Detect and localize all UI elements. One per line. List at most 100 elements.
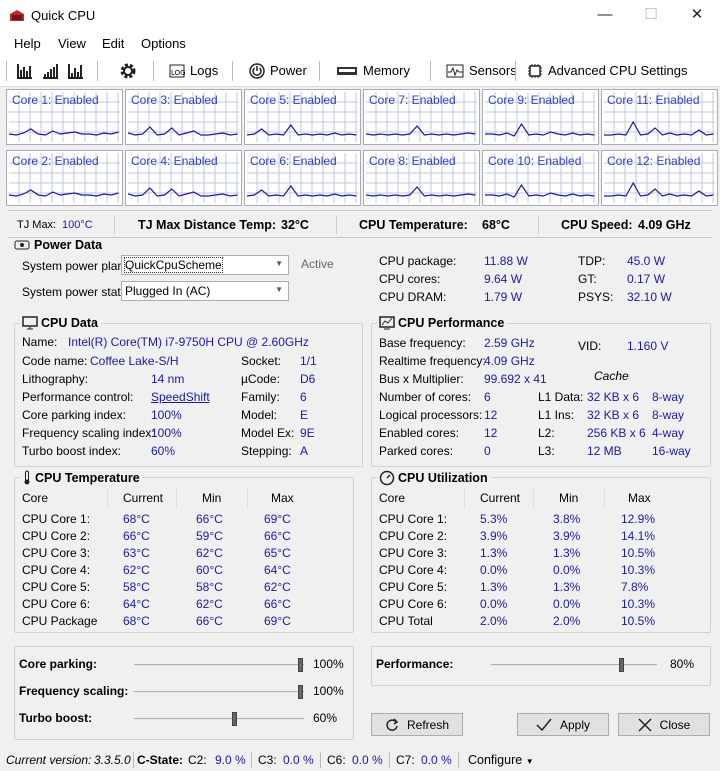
- apply-button[interactable]: Apply: [517, 713, 609, 736]
- cpu-temperature-label: CPU Temperature:: [359, 218, 468, 232]
- core-graph-2[interactable]: Core 3: Enabled: [125, 89, 242, 145]
- cpu-data-label: Lithography:: [22, 372, 89, 386]
- core-status-label: Core 8: Enabled: [369, 154, 456, 168]
- table-cell: CPU Core 4:: [379, 563, 448, 577]
- cpu-data-value[interactable]: SpeedShift: [151, 390, 210, 404]
- menu-options[interactable]: Options: [141, 36, 186, 51]
- slider-thumb-frequency-scaling[interactable]: [298, 685, 303, 699]
- chevron-down-icon: ▼: [275, 259, 283, 268]
- cpu-data-value: 100%: [151, 426, 182, 440]
- power-plan-select[interactable]: QuickCpuScheme ▼: [121, 255, 289, 275]
- cpu-data-label-2: µCode:: [241, 372, 280, 386]
- cache-level-label: L1 Ins:: [538, 408, 575, 422]
- power-limit-value: 45.0 W: [627, 254, 666, 268]
- cpu-name-value: Intel(R) Core(TM) i7-9750H CPU @ 2.60GHz: [68, 335, 309, 349]
- cpu-data-label: Frequency scaling index:: [22, 426, 155, 440]
- table-cell: 64°C: [264, 563, 291, 577]
- bar-chart-mixed-icon[interactable]: [67, 62, 83, 79]
- minimize-button[interactable]: —: [582, 0, 628, 31]
- table-cell: 1.3%: [480, 580, 508, 594]
- slider-label-core-parking: Core parking:: [19, 657, 98, 671]
- logs-button[interactable]: LOG Logs: [169, 62, 218, 80]
- slider-track-performance[interactable]: [491, 664, 657, 666]
- menu-edit[interactable]: Edit: [102, 36, 124, 51]
- core-status-label: Core 5: Enabled: [250, 93, 337, 107]
- table-cell: 3.9%: [480, 529, 508, 543]
- slider-track-frequency-scaling[interactable]: [134, 691, 304, 693]
- slider-thumb-core-parking[interactable]: [298, 658, 303, 672]
- table-cell: 0.0%: [553, 597, 581, 611]
- power-limit-label: PSYS:: [578, 290, 614, 304]
- slider-track-core-parking[interactable]: [134, 664, 304, 666]
- sensors-button[interactable]: Sensors: [446, 62, 517, 80]
- table-cell: CPU Core 5:: [379, 580, 448, 594]
- slider-track-turbo-boost[interactable]: [134, 718, 304, 720]
- core-graph-4[interactable]: Core 7: Enabled: [363, 89, 480, 145]
- core-graph-5[interactable]: Core 9: Enabled: [482, 89, 599, 145]
- table-cell: 59°C: [196, 529, 223, 543]
- perf-label: Logical processors:: [379, 408, 483, 422]
- cpu-data-value-2: 1/1: [300, 354, 317, 368]
- slider-thumb-performance[interactable]: [619, 658, 624, 672]
- table-cell: 63°C: [123, 546, 150, 560]
- core-graph-10[interactable]: Core 8: Enabled: [363, 150, 480, 206]
- bus-multiplier-value: 99.692 x 41: [484, 372, 547, 386]
- column-header-current: Current: [123, 491, 164, 505]
- refresh-button[interactable]: Refresh: [371, 713, 463, 736]
- table-cell: 10.5%: [621, 546, 656, 560]
- power-data-header: Power Data: [14, 238, 102, 252]
- perf-label: Enabled cores:: [379, 426, 460, 440]
- slider-label-frequency-scaling: Frequency scaling:: [19, 684, 129, 698]
- core-graph-11[interactable]: Core 10: Enabled: [482, 150, 599, 206]
- table-cell: 68°C: [123, 512, 150, 526]
- core-graph-9[interactable]: Core 6: Enabled: [244, 150, 361, 206]
- bar-chart-icon[interactable]: [16, 62, 32, 79]
- core-graph-7[interactable]: Core 2: Enabled: [6, 150, 123, 206]
- close-button[interactable]: Close: [618, 713, 710, 736]
- core-graph-12[interactable]: Core 12: Enabled: [601, 150, 718, 206]
- menu-help[interactable]: Help: [14, 36, 41, 51]
- perf-value: 12: [484, 408, 498, 422]
- table-cell: 1.3%: [553, 546, 581, 560]
- menu-view[interactable]: View: [58, 36, 86, 51]
- base-frequency-value: 2.59 GHz: [484, 336, 535, 350]
- configure-menu[interactable]: Configure ▼: [468, 753, 534, 767]
- advanced-cpu-settings-label: Advanced CPU Settings: [548, 63, 688, 78]
- cpu-chip-icon: [528, 64, 542, 78]
- slider-thumb-turbo-boost[interactable]: [232, 712, 237, 726]
- core-graph-3[interactable]: Core 5: Enabled: [244, 89, 361, 145]
- column-divider: [107, 488, 108, 508]
- cpu-speed-value: 4.09 GHz: [638, 218, 691, 232]
- table-cell: CPU Core 1:: [22, 512, 91, 526]
- cpu-data-label-2: Family:: [241, 390, 280, 404]
- memory-button[interactable]: Memory: [336, 62, 410, 80]
- core-graph-8[interactable]: Core 4: Enabled: [125, 150, 242, 206]
- cpu-temperature-title: CPU Temperature: [35, 470, 140, 485]
- table-cell: 0.0%: [480, 563, 508, 577]
- maximize-button[interactable]: ☐: [628, 0, 674, 31]
- bar-chart-rising-icon[interactable]: [42, 62, 58, 79]
- cache-level-label: L1 Data:: [538, 390, 584, 404]
- sensors-icon: [446, 64, 464, 78]
- close-window-button[interactable]: ✕: [674, 0, 720, 31]
- cpu-data-header: CPU Data: [20, 316, 101, 330]
- tjmax-label: TJ Max:: [17, 219, 57, 231]
- window-title: Quick CPU: [31, 8, 96, 23]
- cpu-data-label-2: Stepping:: [241, 444, 292, 458]
- core-graph-6[interactable]: Core 11: Enabled: [601, 89, 718, 145]
- advanced-cpu-settings-button[interactable]: Advanced CPU Settings: [527, 62, 687, 80]
- table-cell: 60°C: [196, 563, 223, 577]
- gear-icon[interactable]: [119, 62, 137, 80]
- power-button[interactable]: Power: [249, 62, 307, 80]
- close-label: Close: [659, 717, 691, 732]
- thermometer-icon: [24, 470, 30, 485]
- table-cell: 64°C: [123, 597, 150, 611]
- power-state-select[interactable]: Plugged In (AC) ▼: [121, 281, 289, 301]
- core-graph-1[interactable]: Core 1: Enabled: [6, 89, 123, 145]
- table-cell: 58°C: [123, 580, 150, 594]
- performance-chart-icon: [379, 316, 395, 330]
- table-cell: 1.3%: [553, 580, 581, 594]
- tjmax-distance-label: TJ Max Distance Temp:: [138, 218, 277, 232]
- power-metric-value: 11.88 W: [484, 254, 528, 268]
- cache-size-value: 12 MB: [587, 444, 622, 458]
